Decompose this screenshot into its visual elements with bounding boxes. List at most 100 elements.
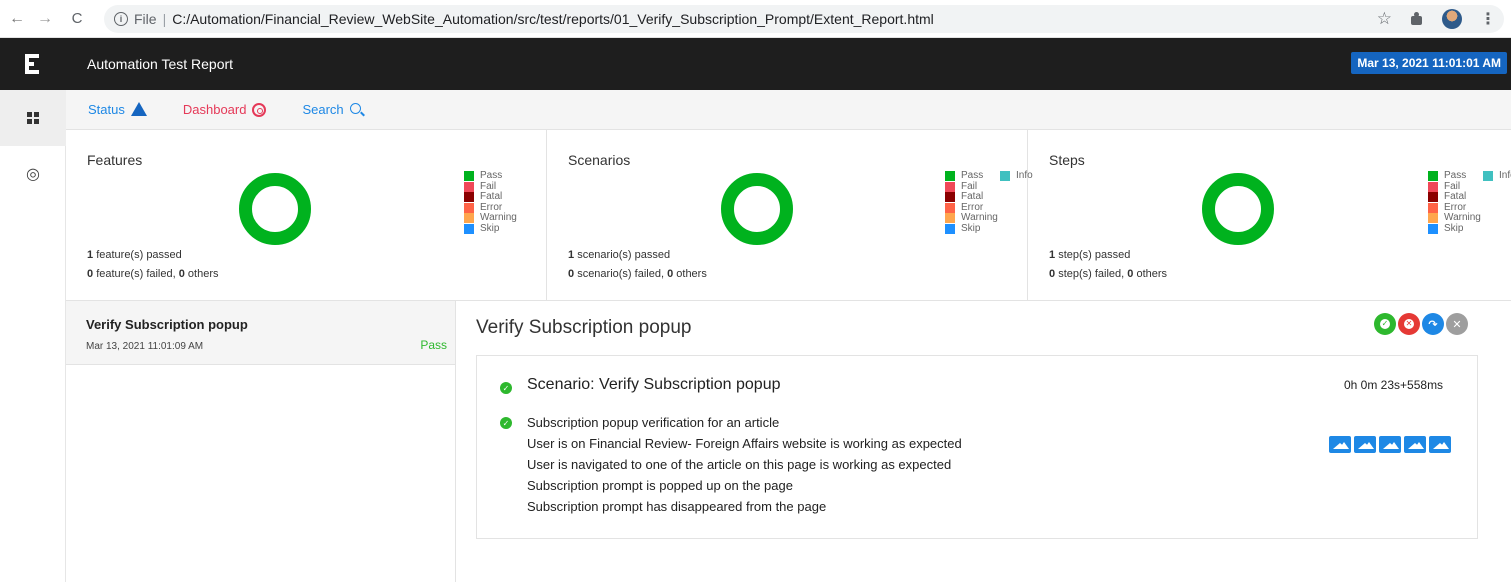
step-text: Subscription prompt has disappeared from… bbox=[527, 499, 827, 514]
legend-fatal: Fatal bbox=[480, 191, 503, 202]
fail-swatch bbox=[464, 181, 474, 192]
bookmark-star-icon[interactable]: ☆ bbox=[1377, 9, 1392, 29]
legend-pass: Pass bbox=[961, 170, 984, 181]
step-text: User is navigated to one of the article … bbox=[527, 457, 952, 472]
legend-info-row: Info bbox=[1483, 170, 1511, 182]
step-text: Subscription prompt is popped up on the … bbox=[527, 478, 793, 493]
passed-summary: 1 feature(s) passed bbox=[87, 249, 182, 261]
scenario-duration: 0h 0m 23s+558ms bbox=[1344, 378, 1444, 392]
report-date-badge: Mar 13, 2021 11:01:01 AM bbox=[1351, 52, 1507, 74]
filter-fail-button[interactable]: ✕ bbox=[1398, 313, 1420, 335]
legend-pass: Pass bbox=[480, 170, 503, 181]
failed-text: scenario(s) failed, bbox=[577, 268, 665, 280]
legend-fatal: Fatal bbox=[961, 191, 984, 202]
image-icon[interactable] bbox=[1329, 436, 1351, 453]
fail-swatch bbox=[1428, 181, 1438, 192]
browser-menu-icon[interactable]: ⋮ bbox=[1480, 9, 1496, 29]
passed-summary: 1 step(s) passed bbox=[1049, 249, 1130, 261]
profile-avatar-icon[interactable] bbox=[1442, 9, 1462, 29]
image-icon[interactable] bbox=[1354, 436, 1376, 453]
legend-warning: Warning bbox=[480, 212, 517, 223]
failed-text: feature(s) failed, bbox=[96, 268, 176, 280]
failed-text: step(s) failed, bbox=[1058, 268, 1125, 280]
test-list-item[interactable]: Verify Subscription popup Mar 13, 2021 1… bbox=[66, 301, 455, 365]
legend-skip: Skip bbox=[1444, 222, 1464, 234]
test-status-label: Pass bbox=[420, 338, 447, 352]
side-navigation: ◎ bbox=[0, 38, 66, 582]
steps-donut-chart bbox=[1202, 173, 1274, 245]
others-text: others bbox=[187, 268, 219, 280]
pass-swatch bbox=[945, 171, 955, 182]
scenarios-donut-chart bbox=[721, 173, 793, 245]
close-icon: ✕ bbox=[1452, 318, 1462, 331]
step-text: User is on Financial Review- Foreign Aff… bbox=[527, 436, 962, 451]
url-text[interactable]: C:/Automation/Financial_Review_WebSite_A… bbox=[172, 11, 934, 27]
detail-title: Verify Subscription popup bbox=[476, 317, 692, 338]
clear-filter-button[interactable]: ✕ bbox=[1446, 313, 1468, 335]
address-separator: | bbox=[162, 11, 167, 27]
others-text: others bbox=[1136, 268, 1168, 280]
skip-swatch bbox=[1428, 223, 1438, 234]
others-count: 0 bbox=[1127, 268, 1134, 280]
report-title: Automation Test Report bbox=[87, 56, 234, 72]
failed-count: 0 bbox=[87, 268, 94, 280]
grid-view-icon bbox=[27, 112, 39, 124]
dashboard-label: Dashboard bbox=[182, 102, 247, 117]
check-icon: ✓ bbox=[1380, 319, 1390, 329]
info-swatch bbox=[1483, 171, 1493, 182]
image-icon[interactable] bbox=[1404, 436, 1426, 453]
filter-skip-button[interactable]: ↷ bbox=[1422, 313, 1444, 335]
filter-pass-button[interactable]: ✓ bbox=[1374, 313, 1396, 335]
address-bar[interactable]: i File | C:/Automation/Financial_Review_… bbox=[104, 5, 1504, 33]
status-label: Status bbox=[88, 102, 125, 117]
panel-title: Scenarios bbox=[568, 152, 631, 168]
forward-arrow-icon[interactable]: → bbox=[34, 8, 56, 30]
error-swatch bbox=[945, 202, 955, 213]
image-icon[interactable] bbox=[1379, 436, 1401, 453]
rail-item-tests[interactable] bbox=[0, 90, 66, 146]
steps-legend: Pass Fail Fatal Error Warning Skip bbox=[1428, 170, 1481, 234]
scenario-title: Scenario: Verify Subscription popup bbox=[527, 376, 781, 393]
features-legend: Pass Fail Fatal Error Warning Skip bbox=[464, 170, 517, 234]
failed-count: 0 bbox=[568, 268, 575, 280]
dashboard-target-icon bbox=[252, 102, 267, 117]
reload-icon[interactable]: C bbox=[66, 8, 88, 30]
legend-skip: Skip bbox=[961, 222, 981, 234]
others-text: others bbox=[676, 268, 707, 280]
legend-info: Info bbox=[1499, 170, 1511, 181]
failed-count: 0 bbox=[1049, 268, 1056, 280]
search-toggle[interactable]: Search bbox=[302, 102, 361, 117]
report-header: Automation Test Report Mar 13, 2021 11:0… bbox=[66, 38, 1511, 90]
test-timestamp: Mar 13, 2021 11:01:09 AM bbox=[86, 341, 204, 352]
status-filter[interactable]: Status bbox=[88, 101, 147, 117]
extensions-puzzle-icon[interactable] bbox=[1410, 12, 1424, 26]
failed-summary: 0 scenario(s) failed, 0 others bbox=[568, 268, 707, 280]
step-list: Subscription popup verification for an a… bbox=[527, 412, 962, 517]
info-icon[interactable]: i bbox=[114, 12, 128, 26]
passed-count: 1 bbox=[568, 249, 575, 261]
screenshot-links bbox=[1329, 436, 1451, 453]
error-swatch bbox=[464, 202, 474, 213]
features-donut-chart bbox=[239, 173, 311, 245]
dashboard-link[interactable]: Dashboard bbox=[183, 102, 267, 117]
legend-warning: Warning bbox=[961, 212, 998, 223]
image-icon[interactable] bbox=[1429, 436, 1451, 453]
warning-swatch bbox=[1428, 213, 1438, 224]
panel-title: Steps bbox=[1049, 152, 1085, 168]
info-swatch bbox=[1000, 171, 1010, 182]
test-list: Verify Subscription popup Mar 13, 2021 1… bbox=[66, 301, 456, 582]
passed-count: 1 bbox=[87, 249, 94, 261]
search-label: Search bbox=[302, 102, 344, 117]
fatal-swatch bbox=[945, 192, 955, 203]
logo-mark-icon bbox=[25, 54, 41, 74]
others-count: 0 bbox=[178, 268, 185, 280]
features-panel: Features Pass Fail Fatal Error Warning S… bbox=[66, 130, 547, 301]
rail-item-dashboard[interactable]: ◎ bbox=[0, 146, 66, 202]
x-icon: ✕ bbox=[1404, 319, 1414, 329]
failed-summary: 0 step(s) failed, 0 others bbox=[1049, 268, 1167, 280]
summary-panels: Features Pass Fail Fatal Error Warning S… bbox=[66, 130, 1511, 301]
back-arrow-icon[interactable]: ← bbox=[6, 8, 28, 30]
pass-swatch bbox=[464, 171, 474, 182]
scenario-card: ✓ Scenario: Verify Subscription popup 0h… bbox=[476, 355, 1478, 539]
step-pass-check-icon: ✓ bbox=[500, 417, 512, 429]
